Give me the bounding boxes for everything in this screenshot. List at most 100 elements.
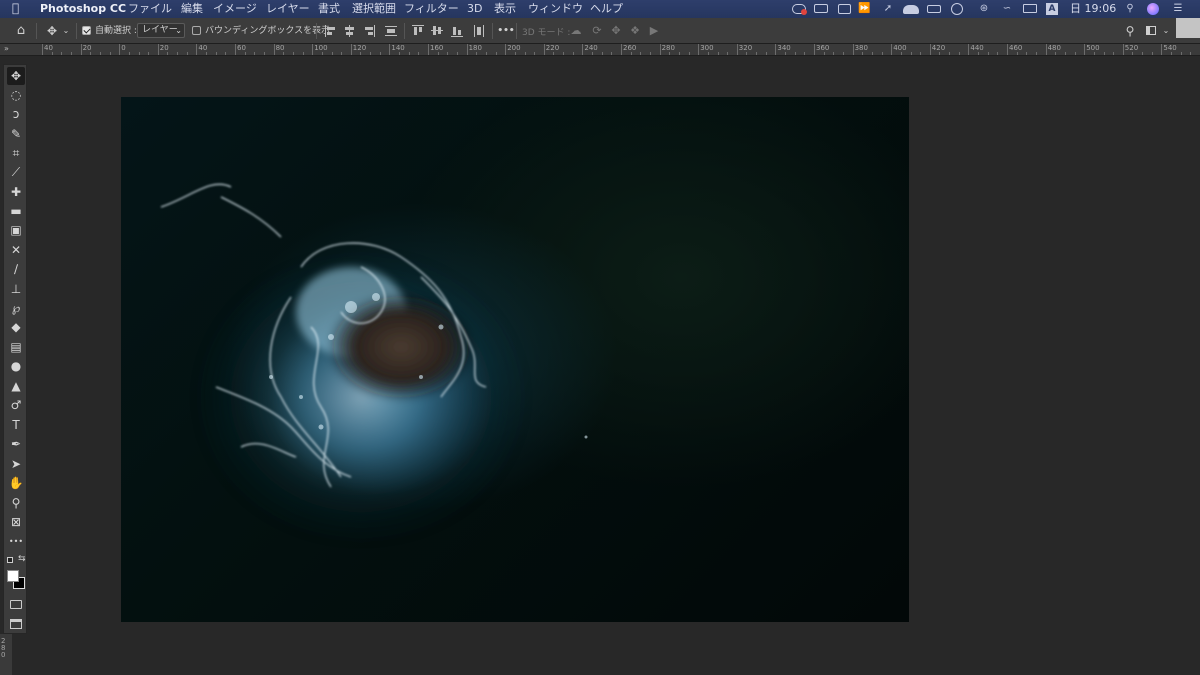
align-bottom-icon[interactable] [450,24,464,38]
vertical-ruler[interactable]: 280 [0,634,12,675]
auto-select-target-dropdown[interactable]: レイヤー ⌄ [137,23,185,38]
menu-layer[interactable]: レイヤー [266,2,310,16]
default-colors-icon[interactable] [7,557,13,563]
ruler-major-tick [852,44,854,55]
path-select-tool-icon[interactable]: ➤ [7,455,25,473]
auto-select-checkbox[interactable] [82,26,91,35]
menu-edit[interactable]: 編集 [181,2,203,16]
menu-image[interactable]: イメージ [213,2,257,16]
ruler-minor-tick [1016,52,1018,55]
time-machine-icon[interactable] [951,3,963,15]
document-canvas[interactable] [121,97,909,622]
pin-icon[interactable]: ➚ [882,3,894,15]
quick-select-tool-icon[interactable]: ✎ [7,125,25,143]
swap-colors-icon[interactable]: ⇆ [18,554,26,564]
search-icon[interactable]: ⚲ [1122,23,1138,39]
brush-tool-icon[interactable]: ∕ [7,260,25,278]
type-tool-icon[interactable]: T [7,416,25,434]
chevron-down-icon[interactable]: ⌄ [61,23,71,39]
horizontal-ruler[interactable]: 40 20 0 20 40 60 80 100 120 140 160 180 200 220 240 260… [30,44,1200,56]
menu-filter[interactable]: フィルター [404,2,459,16]
apple-icon[interactable]:  [12,1,19,15]
battery-icon[interactable] [927,5,941,13]
ruler-minor-tick [649,52,651,55]
divider [492,23,493,39]
dodge-tool-icon[interactable]: ♂ [7,396,25,414]
patch-tool-icon[interactable]: ▣ [7,221,25,239]
menu-view[interactable]: 表示 [494,2,516,16]
toolbar-collapse-icon[interactable]: » [4,44,9,53]
ruler-label: 0 [121,44,126,52]
foreground-color-swatch[interactable] [7,570,19,582]
ruler-minor-tick [215,52,217,55]
drag-3d-icon[interactable]: ✥ [609,23,623,39]
move-tool-icon[interactable]: ✥ [7,67,25,85]
extras-tool-icon[interactable]: ••• [7,533,25,551]
spotlight-search-icon[interactable]: ⚲ [1124,3,1136,15]
ruler-minor-tick [1035,52,1037,55]
menu-type[interactable]: 書式 [318,2,340,16]
orbit-3d-icon[interactable]: ☁ [569,23,583,39]
chevron-down-icon[interactable]: ⌄ [1161,23,1171,39]
menu-app-name[interactable]: Photoshop CC [40,2,126,16]
ruler-minor-tick [949,52,951,55]
marquee-tool-icon[interactable]: ◌ [7,86,25,104]
wifi-icon[interactable]: ∽ [1000,3,1014,15]
spot-healing-tool-icon[interactable]: ✚ [7,183,25,201]
quick-mask-icon[interactable] [10,600,22,609]
more-options-button[interactable]: ••• [497,23,515,39]
frame-tool-icon[interactable]: ⊠ [7,513,25,531]
content-aware-move-tool-icon[interactable]: ✕ [7,241,25,259]
move-tool-preset-icon[interactable]: ✥ [44,23,60,39]
airplay-icon[interactable] [1023,4,1037,13]
menu-file[interactable]: ファイル [128,2,172,16]
align-right-icon[interactable] [362,24,376,38]
sharpen-tool-icon[interactable]: ▲ [7,377,25,395]
align-horizontal-center-icon[interactable] [343,24,357,38]
slide-3d-icon[interactable]: ❖ [628,23,642,39]
bounding-box-checkbox[interactable] [192,26,201,35]
blur-tool-icon[interactable]: ● [7,357,25,375]
notification-center-icon[interactable]: ☰ [1172,3,1184,15]
siri-icon[interactable] [1147,3,1159,15]
align-left-icon[interactable] [324,24,338,38]
hand-tool-icon[interactable]: ✋ [7,474,25,492]
eyedropper-tool-icon[interactable]: ⟋ [7,163,25,181]
ruler-minor-tick [871,52,873,55]
healing-brush-tool-icon[interactable]: ▬ [7,202,25,220]
activity-icon[interactable] [838,4,851,14]
ruler-major-tick [273,44,275,55]
crop-tool-icon[interactable]: ⌗ [7,144,25,162]
menu-help[interactable]: ヘルプ [590,2,623,16]
align-vertical-center-icon[interactable] [430,24,444,38]
ruler-minor-tick [640,52,642,55]
menu-window[interactable]: ウィンドウ [528,2,583,16]
menu-select[interactable]: 選択範囲 [352,2,396,16]
ruler-minor-tick [1171,52,1173,55]
pen-tool-icon[interactable]: ✒ [7,435,25,453]
gradient-tool-icon[interactable]: ▤ [7,338,25,356]
scale-3d-icon[interactable]: ▶ [647,23,661,39]
eraser-tool-icon[interactable]: ◆ [7,318,25,336]
keyboard-input-indicator[interactable]: A [1046,3,1058,15]
align-top-icon[interactable] [411,24,425,38]
distribute-vertical-icon[interactable] [472,24,486,38]
share-panel-swatch[interactable] [1176,18,1200,38]
bluetooth-icon[interactable]: ⊛ [978,3,990,15]
cloud-app-icon[interactable] [903,5,919,14]
home-icon[interactable]: ⌂ [12,23,30,39]
distribute-icon[interactable] [384,24,398,38]
menu-clock[interactable]: 日 19:06 [1070,2,1116,16]
history-brush-tool-icon[interactable]: ℘ [7,299,25,317]
clone-stamp-tool-icon[interactable]: ⊥ [7,280,25,298]
workspace-icon[interactable] [1144,23,1158,39]
screen-mirror-icon[interactable] [814,4,828,13]
screen-mode-icon[interactable] [10,619,22,629]
lasso-tool-icon[interactable]: ↄ [7,105,25,123]
fast-forward-icon[interactable]: ⏩ [858,3,870,15]
menu-3d[interactable]: 3D [467,2,482,16]
zoom-tool-icon[interactable]: ⚲ [7,494,25,512]
roll-3d-icon[interactable]: ⟳ [590,23,604,39]
ruler-major-tick [119,44,121,55]
ruler-minor-tick [418,52,420,55]
